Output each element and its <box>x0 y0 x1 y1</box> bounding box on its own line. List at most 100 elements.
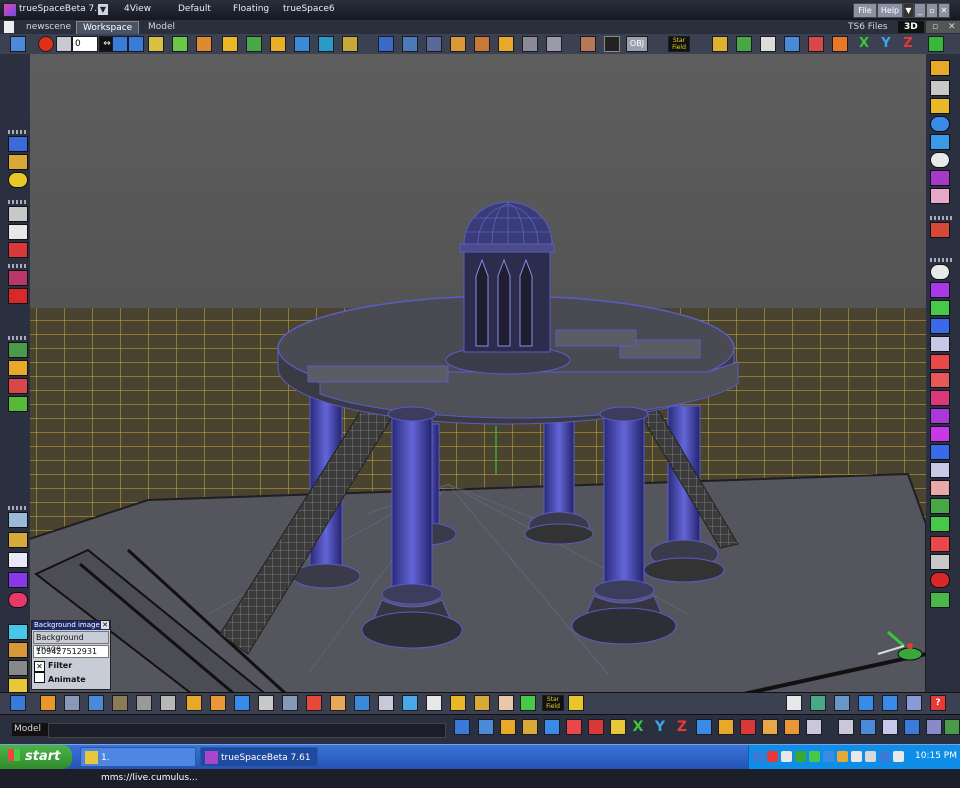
magenta-grid-icon[interactable] <box>930 408 950 424</box>
toolbar-grip[interactable] <box>8 264 28 268</box>
target-icon[interactable] <box>246 36 262 52</box>
lock-green-icon[interactable] <box>930 592 950 608</box>
cog-icon[interactable] <box>588 719 604 735</box>
box-tool-icon[interactable] <box>784 719 800 735</box>
tab-model[interactable]: Model <box>142 21 181 33</box>
figure-icon[interactable] <box>498 36 514 52</box>
page-icon[interactable] <box>258 695 274 711</box>
grid-blue-icon[interactable] <box>860 719 876 735</box>
cube-tool-icon[interactable] <box>522 719 538 735</box>
grid-icon[interactable] <box>546 36 562 52</box>
tree-icon[interactable] <box>520 695 536 711</box>
screen-icon[interactable] <box>882 719 898 735</box>
lock-icon[interactable] <box>926 719 942 735</box>
pink-grid-icon[interactable] <box>930 390 950 406</box>
tab-workspace[interactable]: Workspace <box>76 21 140 35</box>
red-shape-icon[interactable] <box>930 536 950 552</box>
bulb-icon[interactable] <box>450 695 466 711</box>
palette-icon[interactable] <box>330 695 346 711</box>
animate-checkbox[interactable] <box>34 672 45 683</box>
image-icon[interactable] <box>808 36 824 52</box>
red-tool-icon[interactable] <box>930 354 950 370</box>
navigate-icon[interactable] <box>8 342 28 358</box>
arrow-down-icon[interactable] <box>858 695 874 711</box>
axis-z-icon[interactable]: Z <box>900 36 916 52</box>
tray-antivirus-icon[interactable] <box>795 751 806 762</box>
trophy-icon[interactable] <box>930 98 950 114</box>
window-icon[interactable] <box>834 695 850 711</box>
hierarchy-icon[interactable] <box>810 695 826 711</box>
lattice-icon[interactable] <box>522 36 538 52</box>
camera-icon[interactable] <box>604 36 620 52</box>
scale-tool-icon[interactable] <box>718 719 734 735</box>
dice-icon[interactable] <box>8 624 28 640</box>
crate-icon[interactable] <box>210 695 226 711</box>
task-browser[interactable]: 1. mms://live.cumulus... <box>80 747 198 783</box>
pyramid-icon[interactable] <box>930 498 950 514</box>
light-hm-icon[interactable] <box>8 154 28 170</box>
transform-icon[interactable] <box>928 36 944 52</box>
animate-row[interactable]: Animate <box>32 672 110 685</box>
zoom-icon[interactable] <box>930 554 950 570</box>
plane-icon[interactable] <box>760 36 776 52</box>
tray-volume-icon[interactable] <box>865 751 876 762</box>
bevel-icon[interactable] <box>930 372 950 388</box>
star-field-icon[interactable]: Star Field <box>668 36 690 52</box>
toolbar-grip[interactable] <box>930 258 952 262</box>
walk-path-icon[interactable] <box>8 396 28 412</box>
violet-grid-icon[interactable] <box>930 426 950 442</box>
bone-tool-icon[interactable] <box>454 719 470 735</box>
magnet-tool-icon[interactable] <box>740 719 756 735</box>
help-menu[interactable]: Help <box>877 3 903 18</box>
close-icon[interactable]: ✕ <box>101 621 109 629</box>
rainbow-icon[interactable] <box>8 378 28 394</box>
rotate-tool-icon[interactable] <box>500 719 516 735</box>
sheet-icon[interactable] <box>282 695 298 711</box>
sun-icon[interactable] <box>8 172 28 188</box>
purple-tool-icon[interactable] <box>930 282 950 298</box>
eraser-icon[interactable] <box>8 206 28 222</box>
face-icon[interactable] <box>580 36 596 52</box>
start-button[interactable]: start <box>0 745 72 769</box>
knife-icon[interactable] <box>930 318 950 334</box>
tray-msn-icon[interactable] <box>781 751 792 762</box>
frame-input[interactable]: 0 <box>72 36 98 52</box>
walk-icon[interactable] <box>474 36 490 52</box>
toolbar-grip[interactable] <box>8 200 28 204</box>
blue-tool-icon[interactable] <box>930 444 950 460</box>
rewind-icon[interactable] <box>56 36 72 52</box>
pointer-icon[interactable] <box>786 695 802 711</box>
scene-check-icon[interactable] <box>4 21 14 33</box>
red-cube-icon[interactable] <box>566 719 582 735</box>
page-tool-icon[interactable] <box>838 719 854 735</box>
green-tool-icon[interactable] <box>930 300 950 316</box>
axis-y-icon[interactable]: Y <box>878 36 894 52</box>
rotate-icon[interactable] <box>294 36 310 52</box>
sphere-icon[interactable] <box>378 695 394 711</box>
3d-viewport[interactable] <box>8 54 926 714</box>
hand-icon[interactable] <box>568 695 584 711</box>
restore-icon[interactable]: ▫ <box>926 3 938 18</box>
window-tool-icon[interactable] <box>806 719 822 735</box>
axis-x-icon[interactable]: X <box>630 719 646 735</box>
lasso-icon[interactable] <box>8 532 28 548</box>
tools-icon[interactable] <box>8 660 28 676</box>
scroll-icon[interactable] <box>906 695 922 711</box>
keyframe-editor-icon[interactable] <box>148 36 164 52</box>
wedge-icon[interactable] <box>160 695 176 711</box>
star-field-icon[interactable]: Star Field <box>542 695 564 711</box>
wave-icon[interactable] <box>402 695 418 711</box>
mesh-icon[interactable] <box>426 695 442 711</box>
weld-icon[interactable] <box>930 480 950 496</box>
document-icon[interactable] <box>8 512 28 528</box>
file-menu[interactable]: File <box>853 3 877 18</box>
pipe-icon[interactable] <box>88 695 104 711</box>
minimize-icon[interactable]: _ <box>914 3 926 18</box>
globe-icon[interactable] <box>930 134 950 150</box>
move-icon[interactable] <box>270 36 286 52</box>
gear-icon[interactable] <box>186 695 202 711</box>
ball-icon[interactable] <box>8 592 28 608</box>
cup-icon[interactable] <box>40 695 56 711</box>
ik-icon[interactable] <box>402 36 418 52</box>
extrude-icon[interactable] <box>930 336 950 352</box>
